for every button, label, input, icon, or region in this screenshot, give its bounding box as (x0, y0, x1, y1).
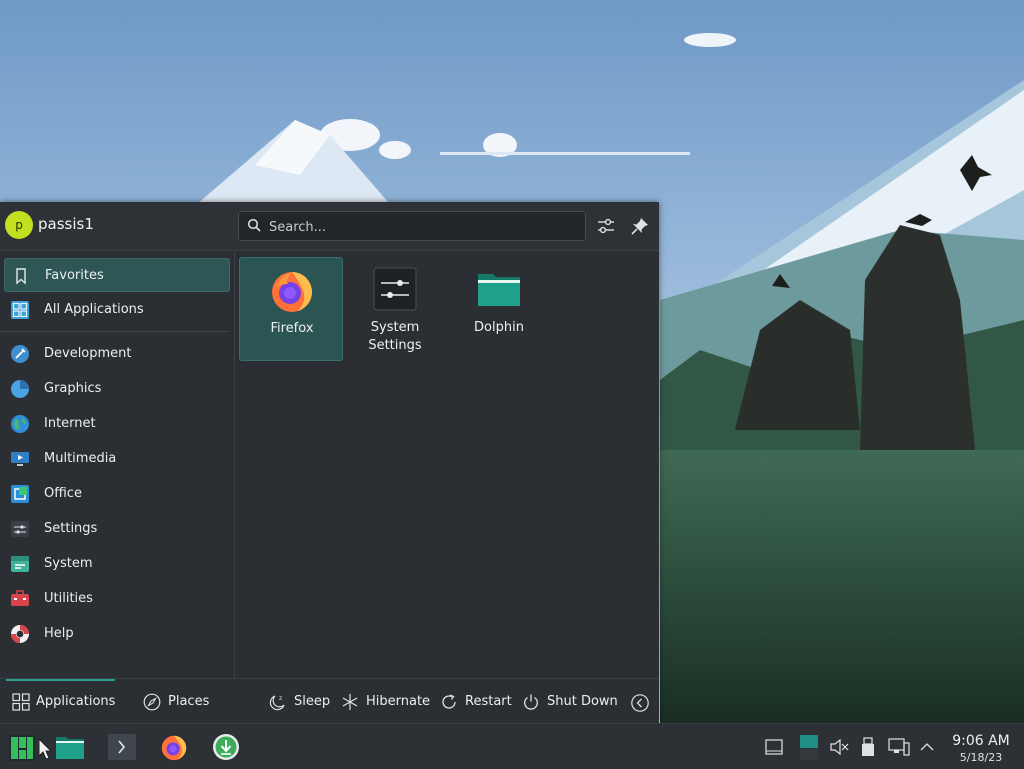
firefox-taskbar-icon[interactable] (158, 732, 190, 762)
sidebar-item-label: Graphics (44, 381, 102, 396)
restart-button[interactable]: Restart (440, 691, 512, 713)
network-icon[interactable] (888, 737, 910, 757)
terminal-icon[interactable] (107, 732, 137, 762)
shutdown-button[interactable]: Shut Down (522, 691, 618, 713)
sidebar-item-label: Development (44, 346, 132, 361)
firefox-icon (272, 272, 312, 312)
app-tile-label: Dolphin (474, 320, 524, 335)
search-icon (247, 218, 261, 232)
app-tile-label: System Settings (368, 320, 422, 353)
search-input[interactable] (267, 216, 571, 238)
settings-icon (11, 521, 29, 537)
tab-label: Places (168, 694, 210, 709)
app-tile-dolphin[interactable]: Dolphin (447, 257, 551, 361)
more-power-options-icon[interactable] (630, 692, 650, 714)
sleep-label: Sleep (294, 694, 331, 709)
active-tab-indicator (6, 679, 115, 681)
configure-icon[interactable] (594, 214, 618, 238)
sidebar-item-development[interactable]: Development (4, 337, 230, 371)
sleep-button[interactable]: z Sleep (269, 691, 331, 713)
sidebar-item-help[interactable]: Help (4, 617, 230, 651)
search-box[interactable] (238, 211, 586, 241)
sidebar-item-all-applications[interactable]: All Applications (4, 293, 230, 327)
grid-icon (12, 693, 30, 711)
system-icon (11, 556, 29, 572)
dolphin-folder-icon (478, 274, 520, 306)
taskbar: 9:06 AM 5/18/23 (0, 723, 1024, 769)
snowflake-icon (342, 694, 358, 710)
mouse-cursor-icon (38, 737, 52, 760)
restart-icon (442, 694, 456, 709)
app-tile-label: Firefox (270, 321, 314, 336)
sidebar-item-office[interactable]: Office (4, 477, 230, 511)
sidebar-item-multimedia[interactable]: Multimedia (4, 442, 230, 476)
username[interactable]: passis1 (38, 215, 94, 233)
tab-label: Applications (36, 694, 116, 709)
application-launcher: p passis1 Favorites (0, 202, 659, 724)
power-icon (524, 694, 538, 710)
launcher-footer: Applications Places z Sleep Hibernate Re… (0, 678, 659, 724)
svg-text:z: z (279, 695, 282, 702)
sidebar-item-settings[interactable]: Settings (4, 512, 230, 546)
hibernate-label: Hibernate (366, 694, 431, 709)
sidebar-item-internet[interactable]: Internet (4, 407, 230, 441)
help-icon (11, 625, 29, 643)
sidebar-item-label: Help (44, 626, 74, 641)
sidebar-item-label: Internet (44, 416, 96, 431)
app-tile-firefox[interactable]: Firefox (239, 257, 343, 361)
virtual-desktop-pager[interactable] (798, 732, 820, 762)
pin-icon[interactable] (628, 214, 652, 238)
shutdown-label: Shut Down (547, 694, 618, 709)
sidebar-item-favorites[interactable]: Favorites (4, 258, 230, 292)
category-sidebar: Favorites All Applications Development G… (0, 251, 235, 678)
sidebar-item-label: Settings (44, 521, 98, 536)
application-launcher-icon[interactable] (8, 733, 36, 763)
tab-applications[interactable]: Applications (12, 691, 116, 713)
sidebar-item-utilities[interactable]: Utilities (4, 582, 230, 616)
hibernate-button[interactable]: Hibernate (341, 691, 431, 713)
utilities-icon (11, 590, 29, 606)
launcher-header: p passis1 (0, 202, 659, 251)
bookmark-icon (16, 268, 26, 285)
office-icon (11, 485, 29, 503)
clock-date[interactable]: 5/18/23 (946, 751, 1016, 764)
sidebar-item-label: Office (44, 486, 82, 501)
sidebar-item-label: Favorites (45, 268, 104, 283)
chevron-up-icon[interactable] (918, 738, 936, 756)
grid-icon (11, 301, 29, 319)
sidebar-item-label: All Applications (44, 302, 144, 317)
development-icon (11, 345, 29, 363)
multimedia-icon (11, 452, 29, 466)
globe-icon (11, 415, 29, 433)
restart-label: Restart (465, 694, 512, 709)
sidebar-item-label: System (44, 556, 93, 571)
app-tile-system-settings[interactable]: System Settings (343, 257, 447, 361)
sidebar-item-graphics[interactable]: Graphics (4, 372, 230, 406)
show-desktop-icon[interactable] (764, 738, 784, 756)
clock-time[interactable]: 9:06 AM (946, 733, 1016, 749)
compass-icon (143, 693, 161, 711)
software-update-icon[interactable] (211, 732, 241, 762)
sidebar-divider (0, 331, 230, 332)
sidebar-item-label: Multimedia (44, 451, 117, 466)
sleep-icon: z (269, 695, 285, 711)
tab-places[interactable]: Places (143, 691, 213, 713)
removable-device-icon[interactable] (859, 737, 877, 757)
avatar[interactable]: p (5, 211, 33, 239)
system-settings-icon (373, 267, 417, 311)
graphics-icon (11, 380, 29, 398)
favorites-grid: Firefox System Settings Dolphin (236, 251, 659, 678)
sidebar-item-system[interactable]: System (4, 547, 230, 581)
volume-muted-icon[interactable] (829, 738, 849, 756)
dolphin-taskbar-icon[interactable] (55, 732, 85, 762)
sidebar-item-label: Utilities (44, 591, 93, 606)
